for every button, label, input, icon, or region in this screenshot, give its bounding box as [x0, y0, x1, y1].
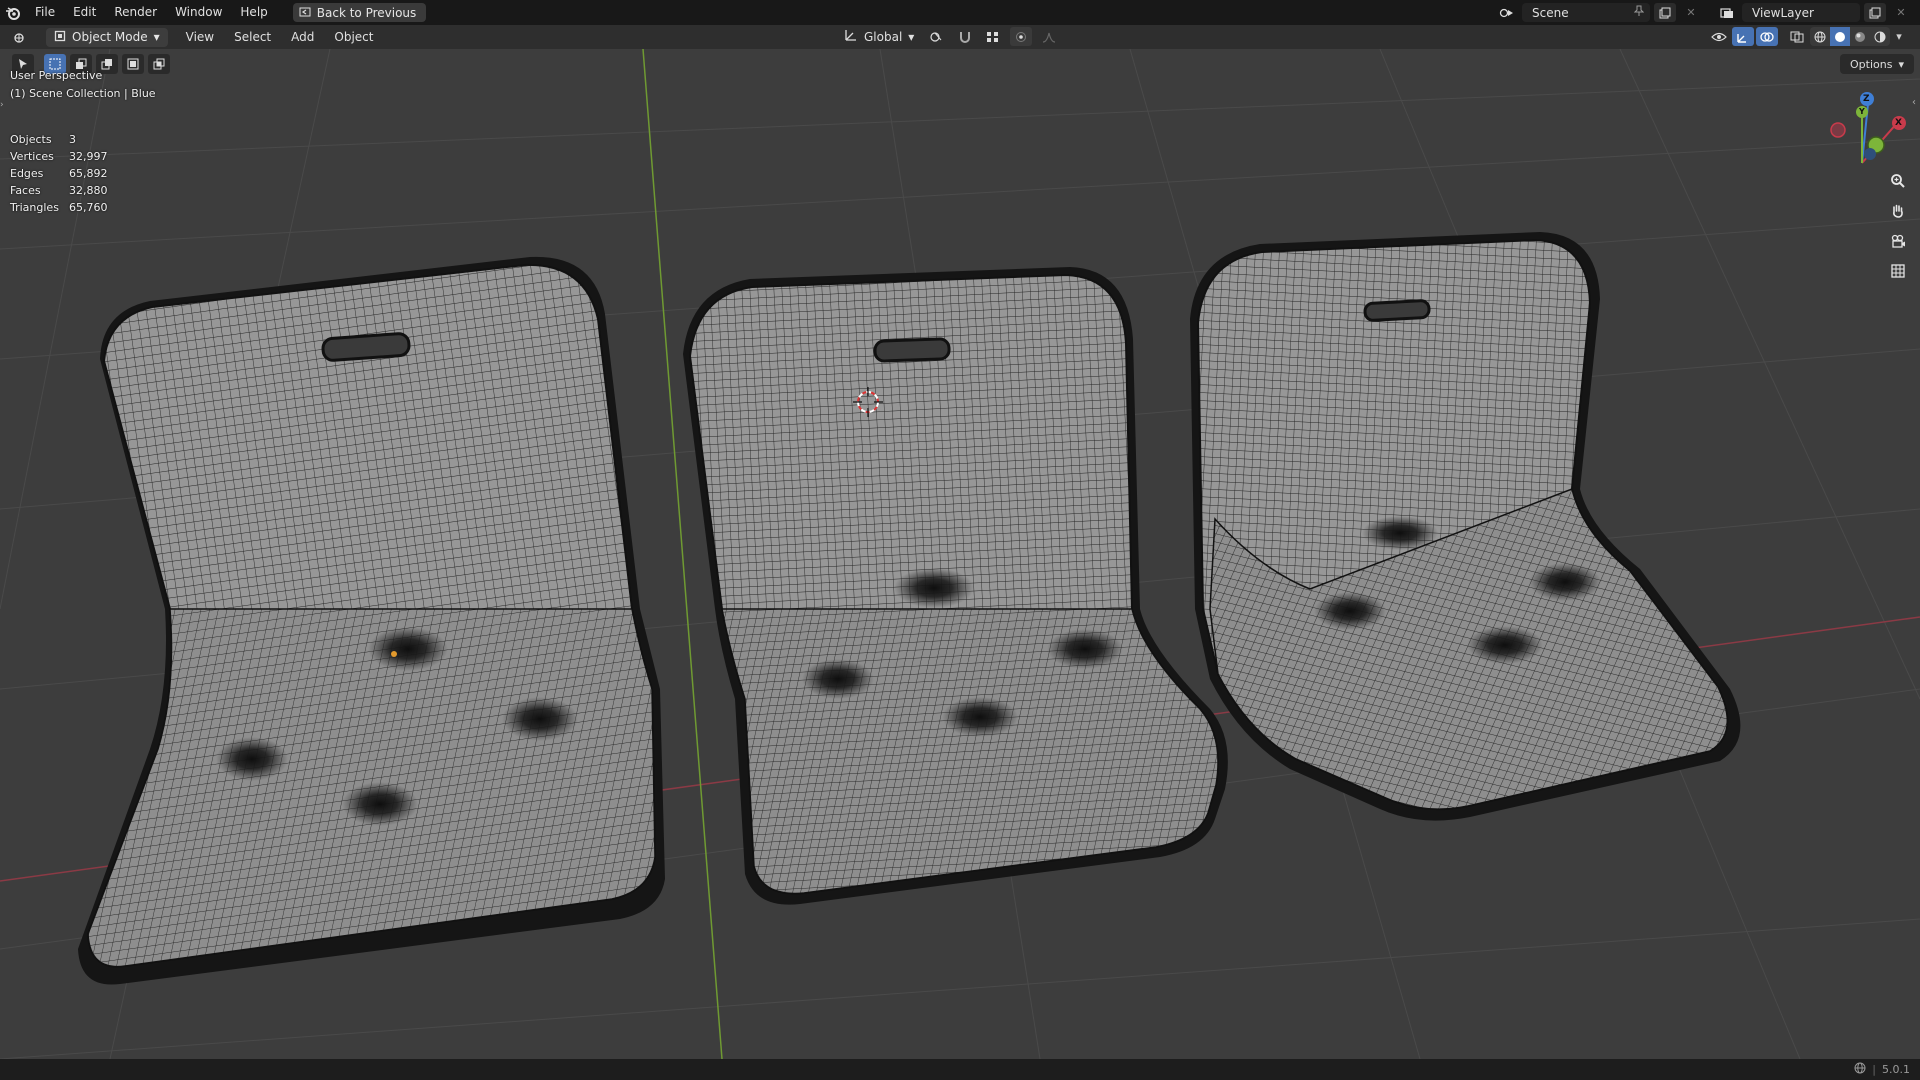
- gizmo-y-label: Y: [1859, 107, 1865, 116]
- transform-orientation-dropdown[interactable]: Global ▾: [838, 27, 920, 46]
- menu-select[interactable]: Select: [224, 30, 281, 44]
- object-mode-label: Object Mode: [72, 30, 148, 44]
- chevron-down-icon: ▾: [908, 29, 915, 44]
- scene-name-field[interactable]: Scene: [1522, 3, 1650, 22]
- chevron-down-icon: ▾: [1898, 57, 1904, 71]
- overlays-toggle-icon[interactable]: [1756, 27, 1778, 46]
- menu-add[interactable]: Add: [281, 30, 324, 44]
- scene-selector-icon[interactable]: [1496, 3, 1518, 22]
- gizmo-z-label: Z: [1863, 94, 1870, 104]
- back-to-previous-button[interactable]: Back to Previous: [292, 3, 427, 22]
- options-dropdown[interactable]: Options ▾: [1840, 54, 1914, 74]
- pin-icon[interactable]: [1633, 5, 1645, 20]
- back-icon: [299, 6, 311, 20]
- delete-scene-icon[interactable]: ✕: [1680, 3, 1702, 22]
- chair-mesh-right[interactable]: [1190, 232, 1741, 821]
- stat-value: 65,760: [69, 201, 108, 214]
- editor-type-icon[interactable]: [10, 28, 32, 47]
- view-layer-icon[interactable]: [1716, 3, 1738, 22]
- stat-label: Faces: [10, 184, 41, 197]
- rendered-shading-icon[interactable]: [1870, 27, 1890, 46]
- options-label: Options: [1850, 57, 1893, 71]
- delete-view-layer-icon[interactable]: ✕: [1890, 3, 1912, 22]
- stat-label: Triangles: [10, 201, 59, 214]
- scene-statistics: Objects 3 Vertices 32,997 Edges 65,892 F…: [10, 131, 108, 216]
- snap-toggle-icon[interactable]: [954, 27, 976, 46]
- stat-row-faces: Faces 32,880: [10, 182, 108, 199]
- scene-name: Scene: [1532, 5, 1569, 20]
- gizmo-toggle-icon[interactable]: [1732, 27, 1754, 46]
- stat-value: 32,880: [69, 184, 108, 197]
- globe-icon[interactable]: [1854, 1062, 1866, 1077]
- select-invert-icon[interactable]: [122, 54, 144, 74]
- transform-orientation-label: Global: [864, 29, 903, 44]
- menu-help[interactable]: Help: [231, 0, 276, 25]
- toolbar-toggle-icon[interactable]: ›: [0, 100, 8, 114]
- orientation-icon: [844, 28, 858, 45]
- proportional-editing-icon[interactable]: [1010, 27, 1033, 46]
- xray-toggle-icon[interactable]: [1786, 27, 1808, 46]
- zoom-icon[interactable]: [1886, 169, 1910, 193]
- pivot-point-icon[interactable]: [926, 27, 948, 46]
- status-bar: | 5.0.1: [0, 1059, 1920, 1080]
- viewport-header: Object Mode ▾ View Select Add Object Glo…: [0, 25, 1920, 49]
- collection-info: (1) Scene Collection | Blue: [10, 87, 156, 100]
- top-menu-bar: File Edit Render Window Help Back to Pre…: [0, 0, 1920, 25]
- stat-label: Vertices: [10, 150, 54, 163]
- hand-pan-icon[interactable]: [1886, 199, 1910, 223]
- object-mode-icon: [54, 30, 66, 45]
- stat-row-vertices: Vertices 32,997: [10, 148, 108, 165]
- stat-row-edges: Edges 65,892: [10, 165, 108, 182]
- version-label: 5.0.1: [1882, 1063, 1910, 1076]
- stat-value: 32,997: [69, 150, 108, 163]
- stat-value: 3: [69, 133, 76, 146]
- stat-row-objects: Objects 3: [10, 131, 108, 148]
- falloff-icon[interactable]: [1038, 27, 1060, 46]
- stat-label: Objects: [10, 133, 52, 146]
- menu-object[interactable]: Object: [324, 30, 383, 44]
- visibility-selectability-icon[interactable]: [1708, 27, 1730, 46]
- shading-mode-group: [1810, 27, 1890, 46]
- blender-logo-icon[interactable]: [0, 0, 26, 25]
- stat-row-triangles: Triangles 65,760: [10, 199, 108, 216]
- gizmo-x-label: X: [1895, 118, 1902, 128]
- view-name: User Perspective: [10, 69, 103, 82]
- chair-mesh-middle[interactable]: [683, 267, 1228, 905]
- new-scene-icon[interactable]: [1654, 3, 1676, 22]
- back-to-previous-label: Back to Previous: [316, 5, 417, 20]
- new-view-layer-icon[interactable]: [1864, 3, 1886, 22]
- view-layer-field[interactable]: ViewLayer: [1742, 3, 1860, 22]
- select-intersect-icon[interactable]: [148, 54, 170, 74]
- wireframe-shading-icon[interactable]: [1810, 27, 1830, 46]
- solid-shading-icon[interactable]: [1830, 27, 1850, 46]
- scene-canvas[interactable]: [0, 49, 1920, 1059]
- menu-render[interactable]: Render: [105, 0, 166, 25]
- menu-view[interactable]: View: [176, 30, 224, 44]
- 3d-viewport[interactable]: Z X Y Options ▾ User Perspective (1) Sce…: [0, 49, 1920, 1059]
- camera-icon[interactable]: [1886, 229, 1910, 253]
- chair-mesh-left[interactable]: [78, 256, 665, 985]
- object-mode-dropdown[interactable]: Object Mode ▾: [46, 27, 168, 47]
- view-layer-name: ViewLayer: [1752, 5, 1814, 20]
- material-preview-icon[interactable]: [1850, 27, 1870, 46]
- snap-target-icon[interactable]: [982, 27, 1004, 46]
- status-divider: |: [1872, 1063, 1876, 1076]
- stat-label: Edges: [10, 167, 44, 180]
- stat-value: 65,892: [69, 167, 108, 180]
- shading-options-chevron-icon[interactable]: ▾: [1892, 27, 1906, 46]
- menu-file[interactable]: File: [26, 0, 64, 25]
- menu-edit[interactable]: Edit: [64, 0, 105, 25]
- grid-icon[interactable]: [1886, 259, 1910, 283]
- sidebar-toggle-icon[interactable]: ‹: [1912, 97, 1920, 111]
- chevron-down-icon: ▾: [153, 30, 160, 44]
- menu-window[interactable]: Window: [166, 0, 231, 25]
